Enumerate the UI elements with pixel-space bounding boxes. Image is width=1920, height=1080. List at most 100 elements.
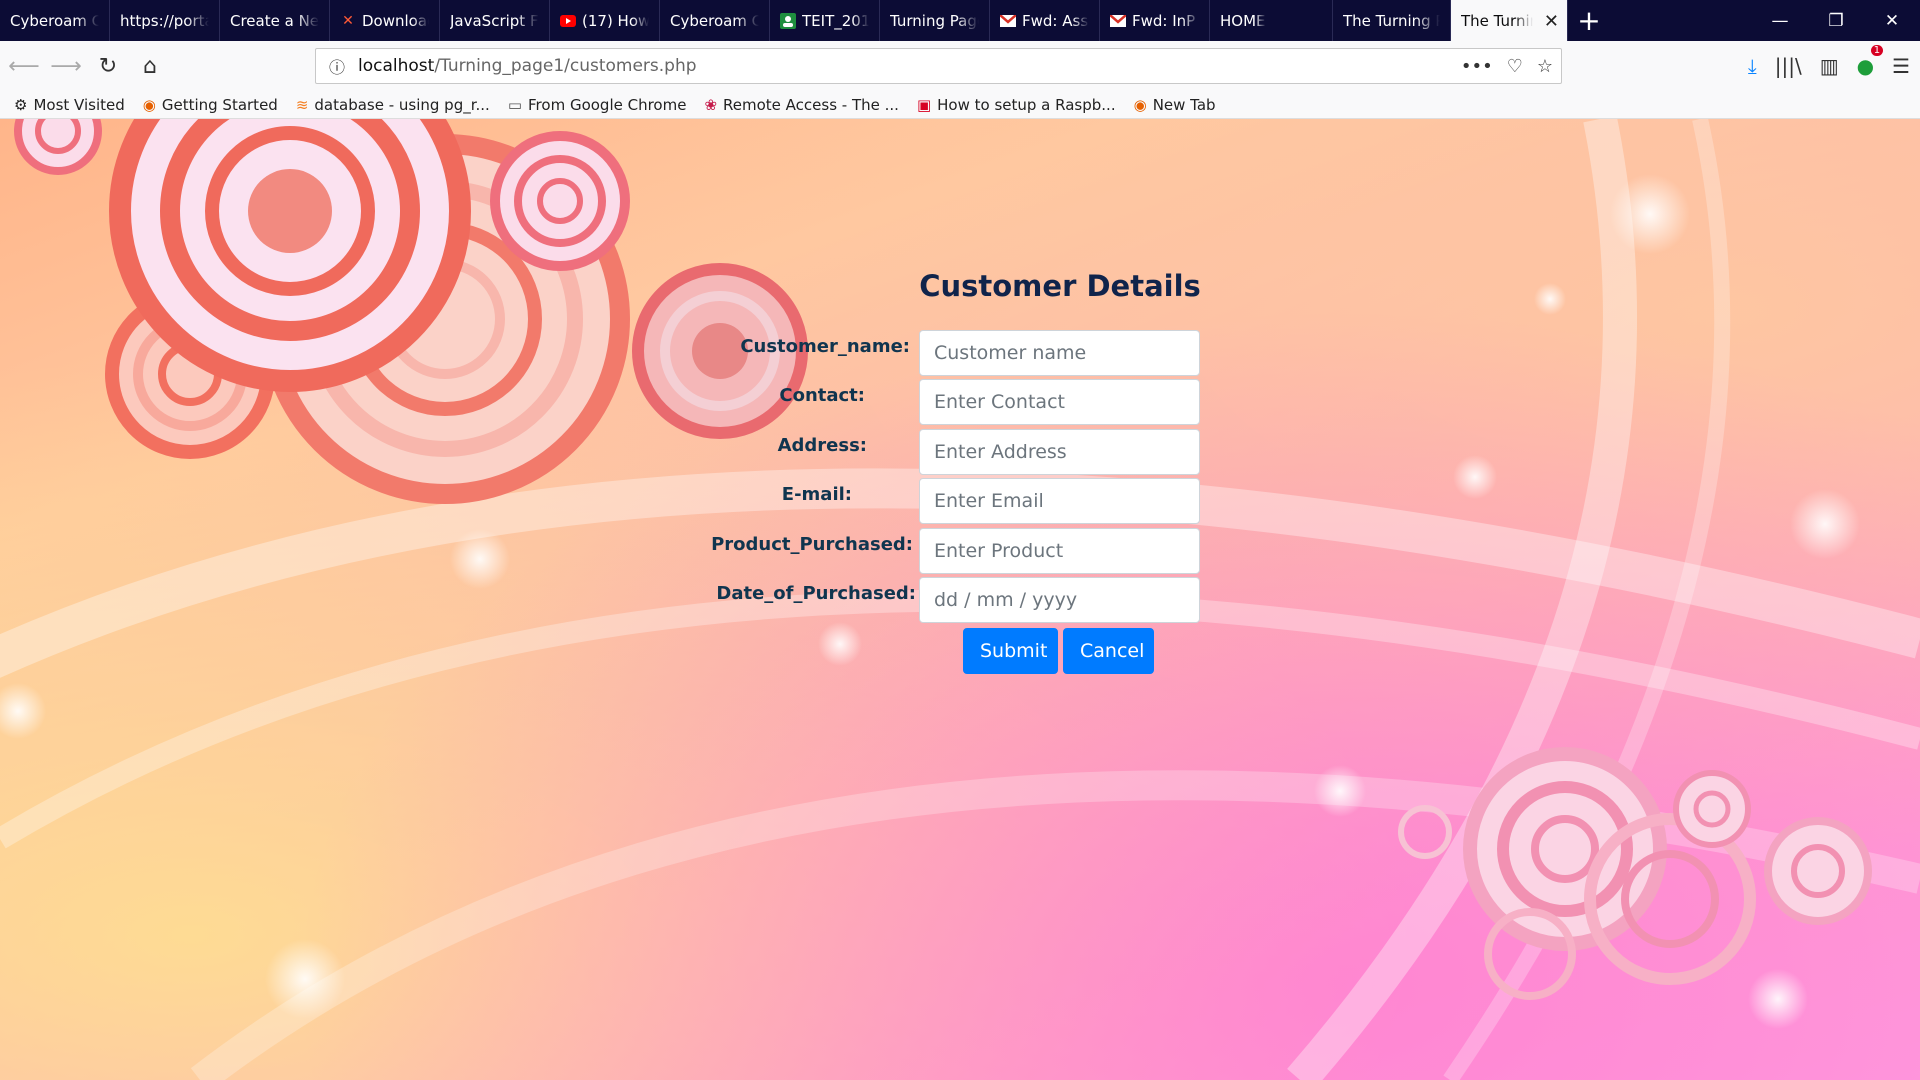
bookmark-item[interactable]: ◉ Getting Started [143,96,278,114]
close-tab-icon[interactable]: ✕ [1544,11,1559,32]
contact-label: Contact: [779,385,865,406]
bookmark-label: Most Visited [33,95,125,114]
bookmark-label: New Tab [1152,95,1216,114]
back-button[interactable]: ⟵ [6,48,42,84]
extension-icon[interactable]: ● 1 [1857,45,1884,78]
url-path: /Turning_page1/customers.php [434,56,697,76]
firefox-icon: ◉ [142,95,156,114]
new-tab-button[interactable]: + [1568,0,1610,41]
bookmark-item[interactable]: ⚙ Most Visited [14,96,125,114]
date-of-purchase-label: Date_of_Purchased: [716,583,916,604]
page-content: Customer Details Customer_name: Contact:… [0,119,1920,1080]
menu-icon[interactable]: ☰ [1892,54,1910,78]
bookmark-label: From Google Chrome [528,95,687,114]
download-icon[interactable]: ⤓ [1748,54,1757,78]
minimize-window-button[interactable]: — [1752,0,1808,41]
restore-window-button[interactable]: ❐ [1808,0,1864,41]
form-row-customer-name: Customer_name: [700,330,1200,376]
forward-button[interactable]: ⟶ [48,48,84,84]
tab[interactable]: HOME [1210,0,1333,41]
tab-label: The Turning P [1343,11,1440,30]
tab-label: JavaScript For [450,11,539,30]
sidebar-icon[interactable]: ▥ [1820,54,1839,78]
email-input[interactable] [919,478,1200,524]
bookmark-label: How to setup a Raspb... [937,95,1116,114]
close-window-button[interactable]: ✕ [1864,0,1920,41]
bookmark-item[interactable]: ▭ From Google Chrome [508,96,687,114]
date-input[interactable] [919,577,1200,623]
pdf-icon: ▣ [916,95,932,114]
form-row-product: Product_Purchased: [700,528,1200,574]
tab[interactable]: TEIT_2018 [770,0,880,41]
x-icon: ✕ [342,12,354,29]
navigation-bar: ⟵ ⟶ ↻ ⌂ ⓘ localhost/Turning_page1/custom… [0,41,1920,91]
tab[interactable]: Cyberoam Ca [660,0,770,41]
tab-label: (17) How [582,11,649,30]
product-input[interactable] [919,528,1200,574]
tab-label: Create a New [230,11,319,30]
address-label: Address: [777,435,867,456]
page-title: Customer Details [919,269,1201,303]
tab-label: The Turnin [1461,11,1533,30]
bookmark-item[interactable]: ❀ Remote Access - The ... [704,96,899,114]
tab-label: TEIT_2018 [802,11,869,30]
extension-badge: 1 [1870,45,1884,56]
tab-bar: Cyberoam Ca https://portal. Create a New… [0,0,1920,41]
tab-label: https://portal. [120,11,209,30]
library-icon[interactable]: |||\ [1775,54,1802,78]
gmail-icon [1000,13,1016,29]
concentric-circles-left [14,119,808,504]
bookmark-item[interactable]: ▣ How to setup a Raspb... [917,96,1116,114]
tab[interactable]: JavaScript For [440,0,550,41]
bookmark-item[interactable]: ◉ New Tab [1134,96,1216,114]
folder-icon: ▭ [507,95,523,114]
url-text: localhost/Turning_page1/customers.php [358,56,697,76]
tab[interactable]: Cyberoam Ca [0,0,110,41]
tab-label: Fwd: Assig [1022,11,1089,30]
email-label: E-mail: [781,484,852,505]
cancel-button[interactable]: Cancel [1063,628,1154,674]
tab[interactable]: The Turning P [1333,0,1451,41]
submit-button[interactable]: Submit [963,628,1058,674]
bookmark-label: Remote Access - The ... [723,95,899,114]
tab-active[interactable]: The Turnin ✕ [1451,0,1568,41]
tab[interactable]: (17) How [550,0,660,41]
contact-input[interactable] [919,379,1200,425]
form-row-address: Address: [700,429,1200,475]
home-button[interactable]: ⌂ [132,48,168,84]
gear-icon: ⚙ [14,95,28,114]
address-input[interactable] [919,429,1200,475]
firefox-icon: ◉ [1133,95,1147,114]
product-purchased-label: Product_Purchased: [711,534,913,555]
classroom-icon [780,12,796,29]
tab-label: Download [362,11,429,30]
tab-label: HOME [1220,11,1266,30]
tab[interactable]: Fwd: InP A [1100,0,1210,41]
reload-button[interactable]: ↻ [90,48,126,84]
raspberry-icon: ❀ [704,95,718,114]
form-row-date: Date_of_Purchased: [700,577,1200,623]
info-icon[interactable]: ⓘ [322,54,352,78]
form-row-email: E-mail: [700,478,1200,524]
form-row-contact: Contact: [700,379,1200,425]
page-actions-icon[interactable]: ••• [1461,56,1493,77]
tab-label: Cyberoam Ca [10,11,99,30]
tab-label: Cyberoam Ca [670,11,759,30]
tab-label: Fwd: InP A [1132,11,1199,30]
pocket-icon[interactable]: ♡ [1507,56,1523,77]
customer-name-label: Customer_name: [740,336,910,357]
tab[interactable]: Create a New [220,0,330,41]
tab[interactable]: Fwd: Assig [990,0,1100,41]
bookmark-star-icon[interactable]: ☆ [1537,56,1553,77]
bookmark-label: database - using pg_r... [314,95,490,114]
tab[interactable]: https://portal. [110,0,220,41]
tab[interactable]: ✕ Download [330,0,440,41]
tab[interactable]: Turning Page [880,0,990,41]
bookmarks-bar: ⚙ Most Visited ◉ Getting Started ≋ database… [0,91,1920,119]
address-bar[interactable]: ⓘ localhost/Turning_page1/customers.php … [315,48,1562,84]
stack-icon: ≋ [295,95,309,114]
url-host: localhost [358,56,435,76]
bookmark-label: Getting Started [161,95,278,114]
customer-name-input[interactable] [919,330,1200,376]
bookmark-item[interactable]: ≋ database - using pg_r... [296,96,490,114]
